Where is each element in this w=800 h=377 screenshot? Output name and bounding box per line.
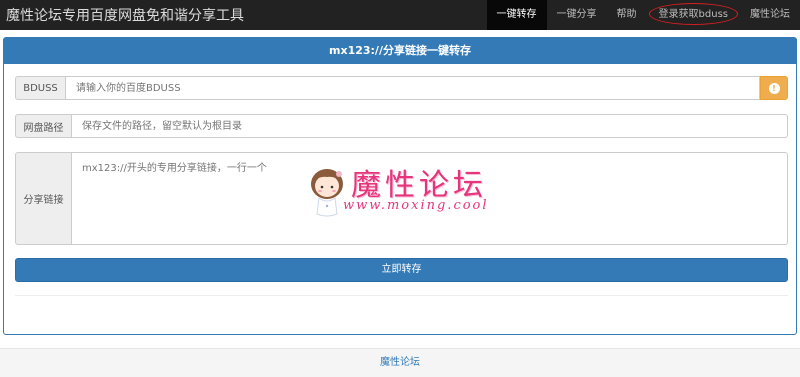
path-input[interactable] xyxy=(72,114,788,138)
nav-menu: 一键转存 一键分享 帮助 登录获取bduss 魔性论坛 xyxy=(486,0,800,30)
bduss-label: BDUSS xyxy=(15,76,66,100)
footer-link[interactable]: 魔性论坛 xyxy=(380,357,420,368)
submit-button[interactable]: 立即转存 xyxy=(15,258,788,282)
exclamation-circle-icon: ! xyxy=(768,82,780,94)
nav-item-transfer[interactable]: 一键转存 xyxy=(486,0,547,30)
nav-item-login-bduss-label: 登录获取bduss xyxy=(658,9,728,20)
links-label: 分享链接 xyxy=(15,152,72,245)
bduss-row: BDUSS ! xyxy=(15,76,788,100)
nav-item-help[interactable]: 帮助 xyxy=(607,0,647,30)
top-navbar: 魔性论坛专用百度网盘免和谐分享工具 一键转存 一键分享 帮助 登录获取bduss… xyxy=(0,0,800,30)
panel-title: mx123://分享链接一键转存 xyxy=(4,38,796,64)
panel-divider xyxy=(15,295,788,296)
watermark-url: www.moxing.cool xyxy=(343,198,489,213)
nav-item-share[interactable]: 一键分享 xyxy=(547,0,607,30)
path-label: 网盘路径 xyxy=(15,114,72,138)
bduss-input[interactable] xyxy=(66,76,760,100)
watermark-logo: 魔性论坛 www.moxing.cool xyxy=(305,160,505,222)
nav-item-login-bduss[interactable]: 登录获取bduss xyxy=(647,0,740,30)
path-row: 网盘路径 xyxy=(15,114,788,138)
nav-item-forum[interactable]: 魔性论坛 xyxy=(740,0,800,30)
footer: 魔性论坛 xyxy=(0,348,800,377)
brand-title[interactable]: 魔性论坛专用百度网盘免和谐分享工具 xyxy=(0,5,487,25)
bduss-help-button[interactable]: ! xyxy=(760,76,788,100)
